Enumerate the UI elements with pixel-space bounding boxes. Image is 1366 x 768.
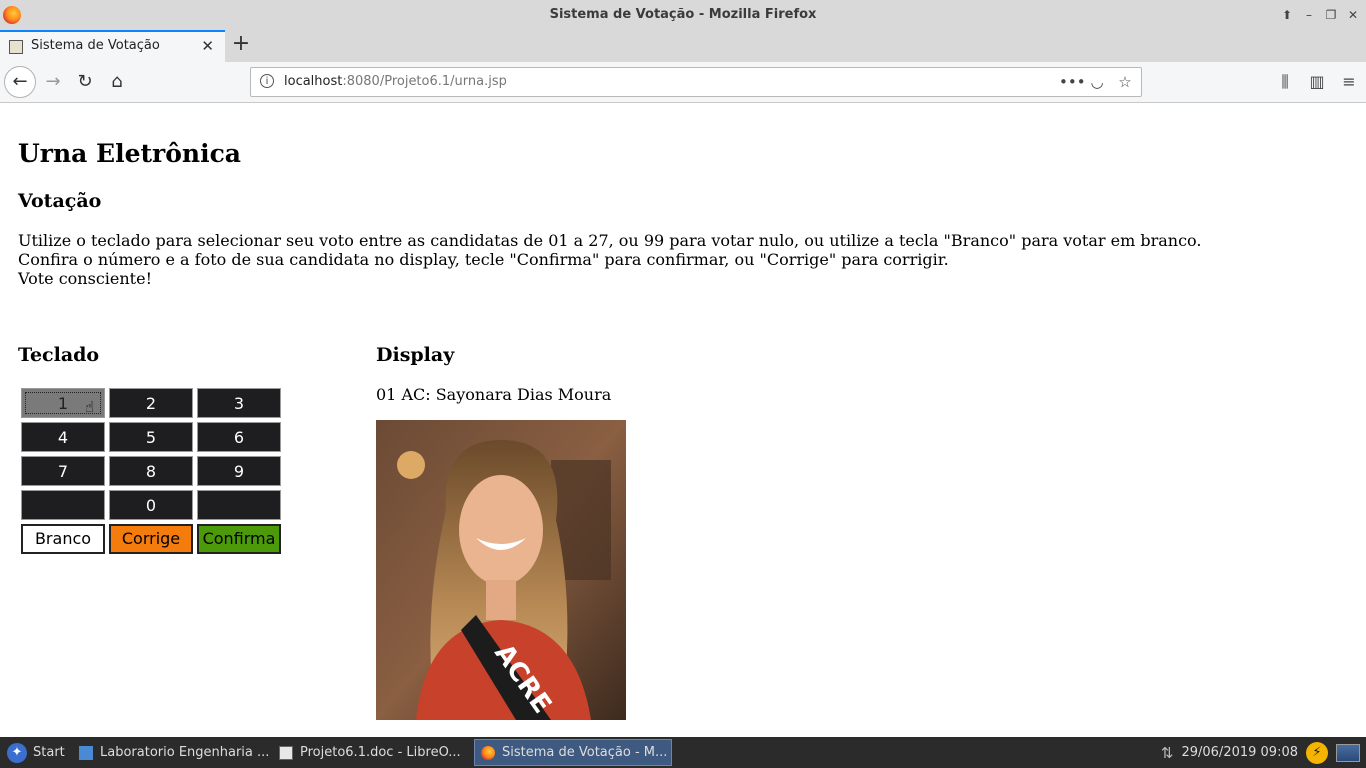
taskbar-item-firefox[interactable]: Sistema de Votação - M... [474, 739, 672, 766]
instruction-line: Vote consciente! [18, 269, 152, 288]
forward-button[interactable]: → [38, 67, 68, 97]
system-tray: ⇅ 29/06/2019 09:08 ⚡ [1161, 741, 1360, 764]
document-icon [279, 745, 293, 760]
reload-button[interactable]: ↻ [70, 67, 100, 97]
page-title: Urna Eletrônica [18, 139, 241, 168]
tab-close-icon[interactable]: ✕ [201, 37, 214, 55]
window-minimize-icon[interactable]: – [1300, 6, 1318, 24]
instruction-line: Confira o número e a foto de sua candida… [18, 250, 949, 269]
pocket-icon[interactable]: ◡ [1087, 72, 1107, 92]
key-3[interactable]: 3 [197, 388, 281, 418]
menu-hamburger-icon[interactable]: ≡ [1338, 71, 1360, 93]
window-controls: ⬆ – ❐ ✕ [1278, 6, 1362, 24]
new-tab-button[interactable]: + [230, 33, 252, 57]
window-title: Sistema de Votação - Mozilla Firefox [549, 7, 817, 22]
corrige-button[interactable]: Corrige [109, 524, 193, 554]
key-0[interactable]: 0 [109, 490, 193, 520]
taskbar: ✦ Start Laboratorio Engenharia ... Proje… [0, 737, 1366, 768]
firefox-icon [481, 745, 495, 760]
window-close-icon[interactable]: ✕ [1344, 6, 1362, 24]
show-desktop-icon[interactable] [1336, 743, 1360, 762]
key-blank-left[interactable] [21, 490, 105, 520]
taskbar-item-file-manager[interactable]: Laboratorio Engenharia ... [73, 739, 273, 766]
taskbar-item-libreoffice[interactable]: Projeto6.1.doc - LibreO... [273, 739, 473, 766]
key-blank-right[interactable] [197, 490, 281, 520]
confirma-button[interactable]: Confirma [197, 524, 281, 554]
keypad-heading: Teclado [18, 344, 100, 366]
branco-button[interactable]: Branco [21, 524, 105, 554]
taskbar-item-label: Sistema de Votação - M... [502, 745, 668, 760]
bookmark-star-icon[interactable]: ☆ [1115, 72, 1135, 92]
key-8[interactable]: 8 [109, 456, 193, 486]
home-button[interactable]: ⌂ [102, 67, 132, 97]
window-titlebar: Sistema de Votação - Mozilla Firefox ⬆ –… [0, 0, 1366, 30]
key-7[interactable]: 7 [21, 456, 105, 486]
tab-bar: Sistema de Votação ✕ + [0, 30, 1366, 62]
network-transfer-icon[interactable]: ⇅ [1161, 744, 1174, 762]
folder-icon [79, 745, 93, 760]
tab-active[interactable]: Sistema de Votação ✕ [0, 30, 225, 62]
sidebar-icon[interactable]: ▥ [1306, 71, 1328, 93]
back-button[interactable]: ← [4, 66, 36, 98]
power-icon[interactable]: ⚡ [1306, 741, 1328, 764]
page-actions-icon[interactable]: ••• [1059, 72, 1086, 92]
taskbar-item-label: Laboratorio Engenharia ... [100, 745, 270, 760]
display-heading: Display [376, 344, 455, 366]
candidate-photo: ACRE [376, 420, 626, 720]
site-info-icon[interactable]: i [260, 74, 274, 88]
page-favicon-icon [9, 40, 23, 54]
url-bar[interactable]: i localhost:8080/Projeto6.1/urna.jsp •••… [250, 67, 1142, 97]
web-page: Urna Eletrônica Votação Utilize o teclad… [0, 103, 1366, 737]
key-6[interactable]: 6 [197, 422, 281, 452]
start-label: Start [33, 745, 65, 760]
key-9[interactable]: 9 [197, 456, 281, 486]
candidate-photo-illustration: ACRE [376, 420, 626, 720]
window-up-icon[interactable]: ⬆ [1278, 6, 1296, 24]
display-candidate-text: 01 AC: Sayonara Dias Moura [376, 385, 612, 404]
tab-label: Sistema de Votação [31, 38, 160, 53]
instructions: Utilize o teclado para selecionar seu vo… [18, 231, 1201, 288]
navigation-bar: ← → ↻ ⌂ i localhost:8080/Projeto6.1/urna… [0, 62, 1366, 103]
url-text[interactable]: localhost:8080/Projeto6.1/urna.jsp [284, 74, 507, 89]
hand-cursor-icon: ☝ [85, 398, 95, 416]
key-5[interactable]: 5 [109, 422, 193, 452]
key-4[interactable]: 4 [21, 422, 105, 452]
start-button[interactable]: ✦ Start [3, 740, 69, 765]
url-host: localhost [284, 74, 343, 89]
library-icon[interactable]: ⫼ [1274, 71, 1296, 93]
window-maximize-icon[interactable]: ❐ [1322, 6, 1340, 24]
url-path: :8080/Projeto6.1/urna.jsp [342, 74, 507, 89]
instruction-line: Utilize o teclado para selecionar seu vo… [18, 231, 1202, 250]
clock[interactable]: 29/06/2019 09:08 [1181, 745, 1298, 760]
voting-heading: Votação [18, 190, 102, 212]
key-2[interactable]: 2 [109, 388, 193, 418]
start-logo-icon: ✦ [7, 742, 27, 763]
taskbar-item-label: Projeto6.1.doc - LibreO... [300, 745, 461, 760]
